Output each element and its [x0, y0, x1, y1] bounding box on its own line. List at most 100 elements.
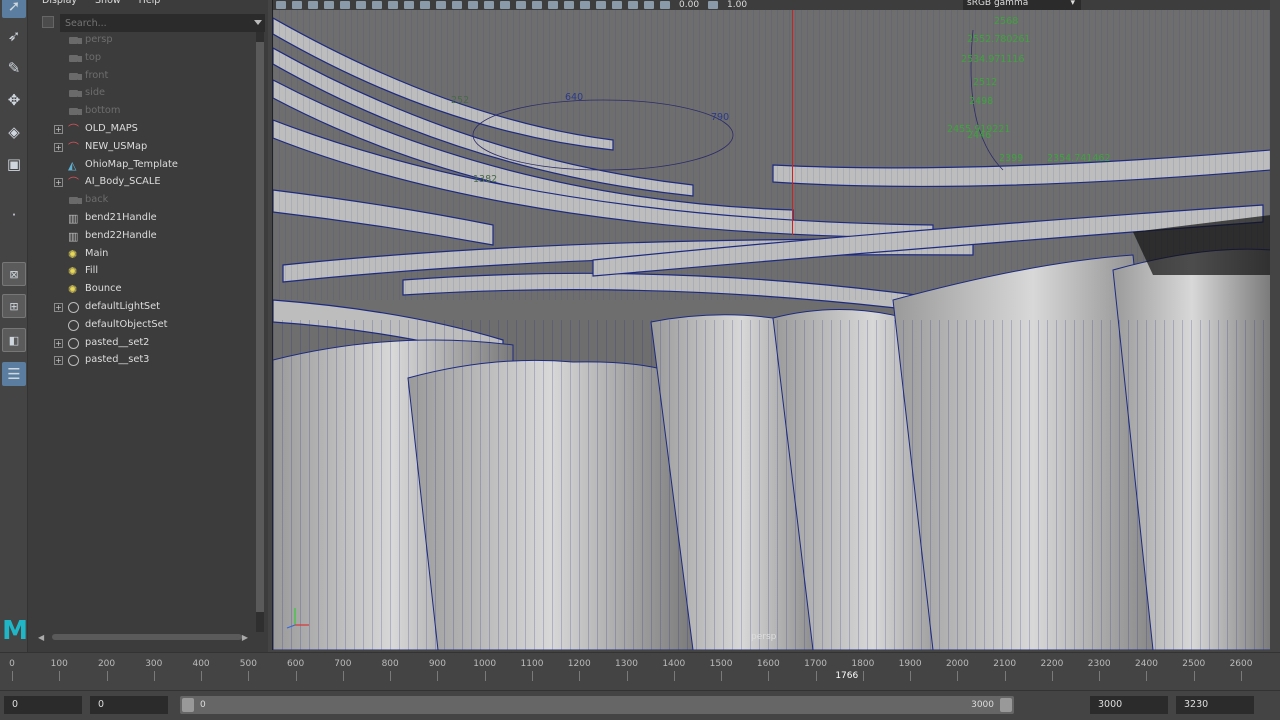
search-filter-icon[interactable] — [42, 16, 54, 28]
lights-icon[interactable] — [500, 1, 510, 9]
outliner-layout-icon[interactable]: ☰ — [2, 362, 26, 386]
outliner-item[interactable]: ◭ OhioMap_Template — [28, 157, 256, 175]
resolution-gate-icon[interactable] — [372, 1, 382, 9]
timeline-tick-mark — [531, 671, 533, 681]
scrollbar-thumb[interactable] — [52, 634, 242, 640]
playback-start-field[interactable]: 0 — [90, 696, 168, 714]
image-plane-icon[interactable] — [324, 1, 334, 9]
menu-show[interactable]: Show — [95, 0, 121, 9]
select-camera-icon[interactable] — [276, 1, 286, 9]
outliner-item[interactable]: top — [28, 50, 256, 68]
timeline-tick-label: 1700 — [804, 659, 828, 669]
outliner-item[interactable]: front — [28, 68, 256, 86]
gate-mask-icon[interactable] — [388, 1, 398, 9]
outliner-item[interactable]: ✺ Fill — [28, 263, 256, 281]
gamma-field[interactable]: 1.00 — [727, 0, 747, 10]
range-start-handle[interactable] — [182, 698, 194, 712]
timeline-tick-label: 700 — [334, 659, 352, 669]
expand-icon[interactable]: + — [54, 124, 63, 134]
outliner-item[interactable]: + ⌒ OLD_MAPS — [28, 121, 256, 139]
outliner-item[interactable]: ▥ bend22Handle — [28, 228, 256, 246]
move-tool-icon[interactable]: ✥ — [2, 88, 26, 112]
annotation-label: 2568 — [994, 16, 1019, 27]
timeline-tick-mark — [1051, 671, 1053, 681]
animation-start-field[interactable]: 0 — [4, 696, 82, 714]
grid-icon[interactable] — [340, 1, 350, 9]
bookmark-icon[interactable] — [308, 1, 318, 9]
timeline-tick-label: 800 — [381, 659, 399, 669]
timeline-tick-label: 1400 — [662, 659, 686, 669]
chevron-down-icon[interactable]: ▾ — [1070, 0, 1075, 8]
anti-alias-icon[interactable] — [564, 1, 574, 9]
expand-icon[interactable]: + — [54, 142, 63, 152]
timeline-tick-label: 900 — [428, 659, 447, 669]
scrollbar-thumb[interactable] — [256, 42, 264, 612]
exposure-icon[interactable] — [660, 1, 670, 9]
wireframe-icon[interactable] — [436, 1, 446, 9]
horizontal-scrollbar[interactable]: ◀ ▶ — [38, 632, 248, 642]
range-end-handle[interactable] — [1000, 698, 1012, 712]
rotate-tool-icon[interactable]: ◈ — [2, 120, 26, 144]
lock-camera-icon[interactable] — [292, 1, 302, 9]
animation-end-field[interactable]: 3230 — [1176, 696, 1254, 714]
outliner-item[interactable]: + defaultLightSet — [28, 299, 256, 317]
timeline-tick-mark — [957, 671, 959, 681]
camera-icon — [69, 37, 82, 44]
search-input[interactable] — [60, 14, 265, 32]
two-view-layout-icon[interactable]: ◧ — [2, 328, 26, 352]
chevron-down-icon[interactable] — [254, 20, 262, 25]
outliner-item[interactable]: + ⌒ NEW_USMap — [28, 139, 256, 157]
shadows-icon[interactable] — [516, 1, 526, 9]
outliner-item[interactable]: + pasted__set2 — [28, 335, 256, 353]
paint-select-tool-icon[interactable]: ✎ — [2, 56, 26, 80]
expand-icon[interactable]: + — [54, 302, 63, 312]
scale-tool-icon[interactable]: ▣ — [2, 152, 26, 176]
outliner-item[interactable]: + pasted__set3 — [28, 352, 256, 370]
textured-icon[interactable] — [484, 1, 494, 9]
depth-of-field-icon[interactable] — [580, 1, 590, 9]
scroll-left-arrow-icon[interactable]: ◀ — [38, 633, 44, 642]
time-slider[interactable]: 0 100 200 300 400 500 600 700 800 900 1000 1100 1200… — [0, 652, 1280, 690]
color-space-dropdown[interactable]: sRGB gamma ▾ — [963, 0, 1081, 10]
exposure-field[interactable]: 0.00 — [679, 0, 699, 10]
timeline-tick-label: 1600 — [756, 659, 780, 669]
select-tool-icon[interactable]: ➚ — [2, 0, 26, 18]
outliner-item[interactable]: + ⌒ AI_Body_SCALE — [28, 174, 256, 192]
outliner-panel: Display Show Help persp top front side botto… — [28, 0, 268, 652]
lasso-tool-icon[interactable]: ➶ — [2, 24, 26, 48]
outliner-item[interactable]: back — [28, 192, 256, 210]
outliner-item-label: bend21Handle — [85, 211, 157, 223]
range-slider[interactable]: 0 3000 — [180, 696, 1014, 714]
isolate-select-icon[interactable] — [596, 1, 606, 9]
menu-display[interactable]: Display — [42, 0, 77, 9]
expand-icon[interactable]: + — [54, 338, 63, 348]
outliner-item[interactable]: persp — [28, 32, 256, 50]
menu-help[interactable]: Help — [139, 0, 161, 9]
outliner-item[interactable]: ▥ bend21Handle — [28, 210, 256, 228]
expand-icon[interactable]: + — [54, 356, 63, 366]
gamma-icon[interactable] — [708, 1, 719, 9]
outliner-item[interactable]: ✺ Bounce — [28, 281, 256, 299]
field-chart-icon[interactable] — [404, 1, 414, 9]
xray-active-icon[interactable] — [644, 1, 654, 9]
perspective-viewport[interactable]: 0.00 1.00 sRGB gamma ▾ 2568 2552.780261 … — [272, 0, 1270, 650]
scroll-right-arrow-icon[interactable]: ▶ — [242, 633, 248, 642]
film-gate-icon[interactable] — [356, 1, 366, 9]
four-view-layout-icon[interactable]: ⊞ — [2, 294, 26, 318]
safe-action-icon[interactable] — [420, 1, 430, 9]
outliner-item[interactable]: bottom — [28, 103, 256, 121]
playback-end-field[interactable]: 3000 — [1090, 696, 1168, 714]
single-view-layout-icon[interactable]: ⊠ — [2, 262, 26, 286]
outliner-item[interactable]: defaultObjectSet — [28, 317, 256, 335]
outliner-item[interactable]: ✺ Main — [28, 246, 256, 264]
wireframe-on-shaded-icon[interactable] — [468, 1, 478, 9]
xray-icon[interactable] — [612, 1, 622, 9]
xray-joints-icon[interactable] — [628, 1, 638, 9]
smooth-shade-icon[interactable] — [452, 1, 462, 9]
expand-icon[interactable]: + — [54, 178, 63, 188]
outliner-item[interactable]: side — [28, 85, 256, 103]
light-icon: ✺ — [68, 247, 78, 261]
ambient-occlusion-icon[interactable] — [532, 1, 542, 9]
vertical-scrollbar[interactable] — [256, 32, 264, 632]
motion-blur-icon[interactable] — [548, 1, 558, 9]
